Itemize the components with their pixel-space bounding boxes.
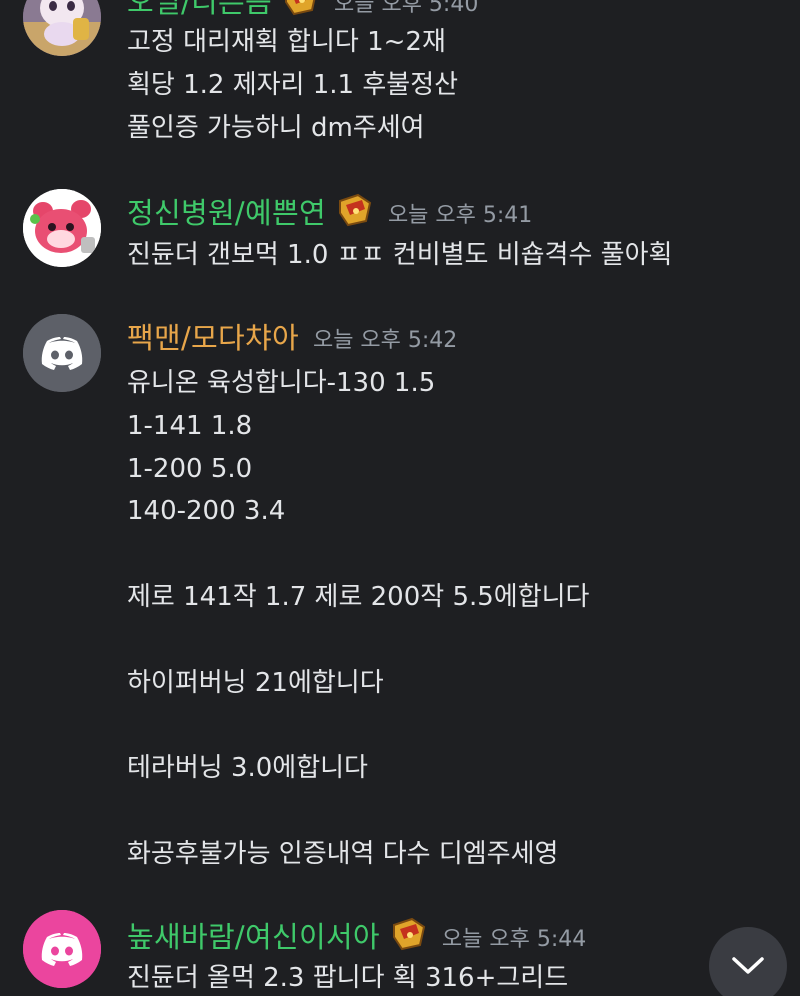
chat-message-list[interactable]: 오딜/디른씀 오늘 오후 5:40 고정 대리재획 합니다 1~2재 획당 1.… [0, 0, 800, 996]
message-body: 진듄더 올먹 2.3 팝니다 획 316+그리드 [127, 963, 569, 993]
pink-bear-avatar-icon [23, 189, 101, 267]
username[interactable]: 높새바람/여신이서아 [127, 914, 380, 956]
chevron-down-icon [732, 957, 764, 974]
timestamp: 오늘 오후 5:41 [387, 203, 533, 228]
message-body: 고정 대리재획 합니다 1~2재 획당 1.2 제자리 1.1 후불정산 풀인증… [127, 27, 459, 143]
discord-logo-icon [23, 910, 101, 988]
user-avatar[interactable] [23, 910, 101, 988]
message-body: 진듄더 갠보먹 1.0 ㅍㅍ 컨비별도 비숍격수 풀아획 [127, 240, 673, 270]
timestamp: 오늘 오후 5:42 [312, 328, 458, 353]
treasure-badge-icon [390, 915, 428, 951]
username[interactable]: 팩맨/모다챠아 [127, 315, 299, 357]
username[interactable]: 오딜/디른씀 [127, 0, 272, 21]
user-avatar[interactable] [23, 189, 101, 267]
treasure-badge-icon [336, 191, 374, 227]
discord-logo-icon [23, 314, 101, 392]
treasure-badge-icon [282, 0, 320, 16]
user-avatar[interactable] [23, 314, 101, 392]
scroll-to-bottom-button[interactable] [709, 927, 787, 996]
user-avatar[interactable] [23, 0, 101, 56]
message-body: 유니온 육성합니다-130 1.5 1-141 1.8 1-200 5.0 14… [127, 368, 590, 869]
timestamp: 오늘 오후 5:40 [333, 0, 479, 17]
username[interactable]: 정신병원/예쁜연 [127, 190, 326, 232]
timestamp: 오늘 오후 5:44 [441, 927, 587, 952]
character-avatar-icon [23, 0, 101, 56]
